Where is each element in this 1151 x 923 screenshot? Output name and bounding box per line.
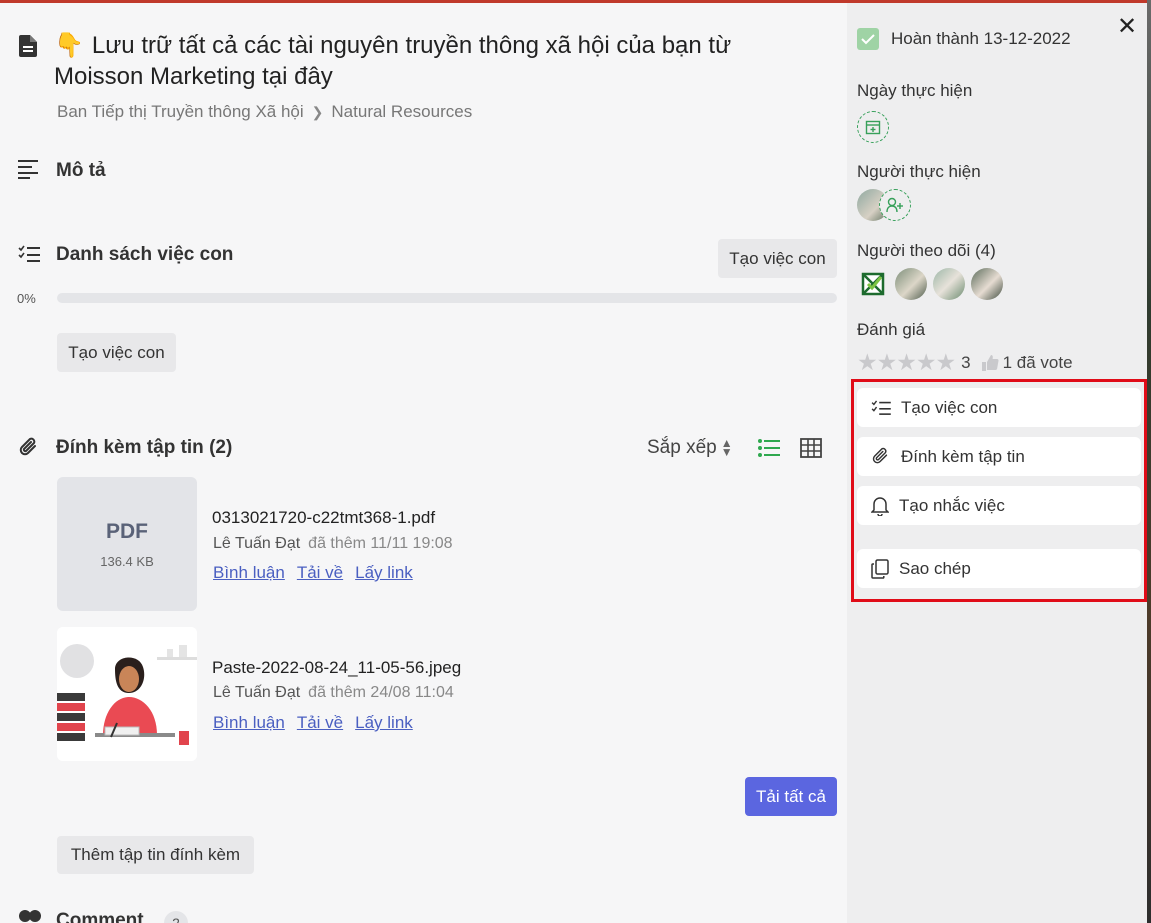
- add-assignee-icon[interactable]: [879, 189, 911, 221]
- thumbs-up-icon[interactable]: [981, 354, 999, 372]
- breadcrumb-list[interactable]: Natural Resources: [331, 102, 472, 122]
- file-added: đã thêm 24/08 11:04: [308, 684, 454, 701]
- pdf-file-thumbnail[interactable]: PDF 136.4 KB: [57, 477, 197, 611]
- create-reminder-action[interactable]: Tạo nhắc việc: [857, 486, 1141, 525]
- download-link[interactable]: Tải về: [297, 713, 343, 733]
- rating-row: ★★★★★ 3 1 đã vote: [857, 349, 1073, 376]
- due-date-label: Ngày thực hiện: [857, 81, 973, 100]
- task-sidebar: ✕ Hoàn thành 13-12-2022 Ngày thực hiện N…: [847, 3, 1147, 923]
- bell-icon: [871, 496, 889, 516]
- file-actions: Bình luận Tải về Lấy link: [213, 563, 413, 583]
- assignee-label: Người thực hiện: [857, 162, 981, 181]
- task-main-pane: 👇 Lưu trữ tất cả các tài nguyên truyền th…: [0, 3, 847, 923]
- get-link-link[interactable]: Lấy link: [355, 713, 413, 733]
- file-meta: Lê Tuấn Đạt đã thêm 11/11 19:08: [213, 535, 453, 553]
- description-heading[interactable]: Mô tả: [56, 160, 106, 182]
- file-name[interactable]: 0313021720-c22tmt368-1.pdf: [212, 508, 435, 528]
- download-link[interactable]: Tải về: [297, 563, 343, 583]
- create-reminder-action-label: Tạo nhắc việc: [899, 495, 1005, 515]
- copy-action[interactable]: Sao chép: [857, 549, 1141, 588]
- checkbox-icon[interactable]: [857, 28, 879, 50]
- vote-count: 1 đã vote: [1002, 352, 1073, 372]
- file-author: Lê Tuấn Đạt: [213, 684, 301, 701]
- attach-file-action-label: Đính kèm tập tin: [901, 446, 1025, 466]
- grid-view-icon[interactable]: [799, 437, 823, 459]
- image-file-thumbnail[interactable]: [57, 627, 197, 761]
- pdf-type-label: PDF: [106, 519, 148, 543]
- completion-status[interactable]: Hoàn thành 13-12-2022: [857, 28, 1071, 50]
- comment-link[interactable]: Bình luận: [213, 713, 285, 733]
- attachments-heading: Đính kèm tập tin (2): [56, 437, 233, 458]
- task-detail-modal: 👇 Lưu trữ tất cả các tài nguyên truyền th…: [0, 3, 1147, 923]
- breadcrumb-board[interactable]: Ban Tiếp thị Truyền thông Xã hội: [57, 102, 304, 122]
- comment-link[interactable]: Bình luận: [213, 563, 285, 583]
- sort-label: Sắp xếp: [647, 437, 717, 458]
- rating-value: 3: [961, 352, 971, 372]
- document-icon: [17, 33, 39, 59]
- rating-label: Đánh giá: [857, 320, 926, 339]
- add-attachment-button[interactable]: Thêm tập tin đính kèm: [57, 836, 254, 874]
- quick-actions-highlight: Tạo việc con Đính kèm tập tin Tạo nhắc v…: [851, 379, 1147, 602]
- comment-icon: [17, 908, 43, 923]
- file-name[interactable]: Paste-2022-08-24_11-05-56.jpeg: [212, 658, 461, 678]
- comment-heading: Comment: [56, 910, 144, 923]
- close-icon[interactable]: ✕: [1117, 12, 1137, 41]
- paperclip-icon: [871, 447, 891, 467]
- completion-label: Hoàn thành 13-12-2022: [891, 29, 1071, 48]
- comment-count-badge: 2: [164, 911, 188, 923]
- task-title-text: Lưu trữ tất cả các tài nguyên truyền thô…: [54, 32, 732, 90]
- attach-file-action[interactable]: Đính kèm tập tin: [857, 437, 1141, 476]
- follower-avatar[interactable]: [857, 268, 889, 300]
- create-subtask-header-button[interactable]: Tạo việc con: [718, 239, 837, 278]
- checklist-icon: [871, 399, 891, 416]
- rating-stars[interactable]: ★★★★★: [857, 349, 956, 376]
- follower-avatar[interactable]: [971, 268, 1003, 300]
- file-added: đã thêm 11/11 19:08: [308, 535, 453, 552]
- subtasks-heading: Danh sách việc con: [56, 244, 234, 265]
- list-view-icon[interactable]: [757, 437, 781, 459]
- follower-avatar[interactable]: [895, 268, 927, 300]
- create-subtask-action-label: Tạo việc con: [901, 397, 998, 417]
- background-strip: [1147, 0, 1151, 923]
- pdf-size-label: 136.4 KB: [100, 553, 154, 569]
- file-actions: Bình luận Tải về Lấy link: [213, 713, 413, 733]
- task-title[interactable]: 👇 Lưu trữ tất cả các tài nguyên truyền th…: [54, 30, 814, 92]
- file-author: Lê Tuấn Đạt: [213, 535, 301, 552]
- file-meta: Lê Tuấn Đạt đã thêm 24/08 11:04: [213, 684, 454, 702]
- chevron-right-icon: ❯: [311, 103, 324, 120]
- sort-dropdown[interactable]: Sắp xếp ▲ ▼: [647, 437, 733, 459]
- download-all-button[interactable]: Tải tất cả: [745, 777, 837, 816]
- create-subtask-button[interactable]: Tạo việc con: [57, 333, 176, 372]
- text-lines-icon: [17, 158, 41, 180]
- sort-arrows-icon: ▲ ▼: [720, 436, 733, 459]
- calendar-add-icon[interactable]: [857, 111, 889, 143]
- create-subtask-action[interactable]: Tạo việc con: [857, 388, 1141, 427]
- pointing-down-emoji: 👇: [54, 32, 84, 59]
- follower-avatar[interactable]: [933, 268, 965, 300]
- followers-label: Người theo dõi (4): [857, 241, 996, 260]
- get-link-link[interactable]: Lấy link: [355, 563, 413, 583]
- subtask-progress-bar: [57, 293, 837, 303]
- copy-icon: [871, 558, 889, 579]
- subtask-progress-label: 0%: [17, 291, 36, 306]
- breadcrumb: Ban Tiếp thị Truyền thông Xã hội ❯ Natur…: [57, 102, 472, 122]
- paperclip-icon: [17, 435, 41, 461]
- checklist-icon: [17, 243, 41, 265]
- copy-action-label: Sao chép: [899, 558, 971, 578]
